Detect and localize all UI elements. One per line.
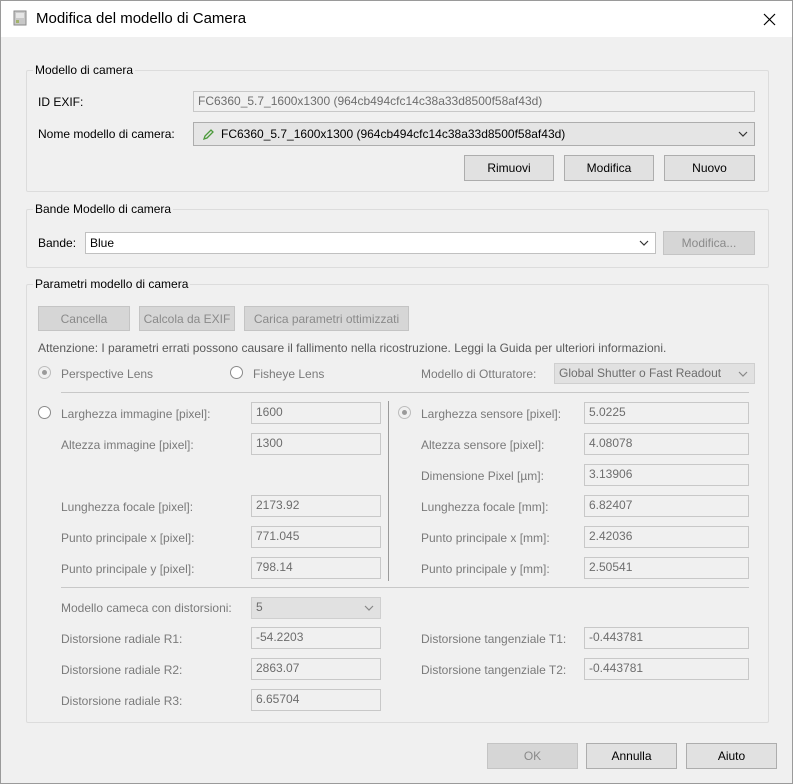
sensor-height-field[interactable]: 4.08078 bbox=[584, 433, 749, 455]
t2-field[interactable]: -0.443781 bbox=[584, 658, 749, 680]
image-height-field[interactable]: 1300 bbox=[251, 433, 381, 455]
shutter-value: Global Shutter o Fast Readout bbox=[559, 366, 722, 380]
app-icon bbox=[13, 10, 27, 26]
params-group-title: Parametri modello di camera bbox=[33, 277, 191, 291]
sensor-height-label: Altezza sensore [pixel]: bbox=[421, 438, 545, 452]
distortion-model-label: Modello cameca con distorsioni: bbox=[61, 601, 232, 615]
separator-top bbox=[61, 392, 749, 393]
camera-model-group-title: Modello di camera bbox=[33, 63, 136, 77]
close-button[interactable] bbox=[746, 1, 792, 37]
shutter-select[interactable]: Global Shutter o Fast Readout bbox=[554, 363, 755, 384]
focal-pixel-label: Lunghezza focale [pixel]: bbox=[61, 500, 194, 514]
sensor-width-field[interactable]: 5.0225 bbox=[584, 402, 749, 424]
ppx-pixel-label: Punto principale x [pixel]: bbox=[61, 531, 195, 545]
t1-field[interactable]: -0.443781 bbox=[584, 627, 749, 649]
ok-button[interactable]: OK bbox=[487, 743, 578, 769]
load-optimized-button[interactable]: Carica parametri ottimizzati bbox=[244, 306, 409, 331]
chevron-down-icon bbox=[364, 605, 374, 611]
ppx-mm-field[interactable]: 2.42036 bbox=[584, 526, 749, 548]
focal-mm-field[interactable]: 6.82407 bbox=[584, 495, 749, 517]
pixel-size-field[interactable]: 3.13906 bbox=[584, 464, 749, 486]
image-size-radio[interactable] bbox=[38, 406, 51, 419]
r2-field[interactable]: 2863.07 bbox=[251, 658, 381, 680]
camera-name-label: Nome modello di camera: bbox=[38, 127, 175, 141]
ppy-mm-label: Punto principale y [mm]: bbox=[421, 562, 550, 576]
help-button[interactable]: Aiuto bbox=[686, 743, 777, 769]
perspective-radio[interactable] bbox=[38, 366, 51, 379]
r1-field[interactable]: -54.2203 bbox=[251, 627, 381, 649]
ppy-pixel-label: Punto principale y [pixel]: bbox=[61, 562, 195, 576]
sensor-size-radio[interactable] bbox=[398, 406, 411, 419]
image-height-label: Altezza immagine [pixel]: bbox=[61, 438, 194, 452]
focal-pixel-field[interactable]: 2173.92 bbox=[251, 495, 381, 517]
warning-text: Attenzione: I parametri errati possono c… bbox=[38, 341, 667, 355]
bands-edit-button[interactable]: Modifica... bbox=[663, 231, 755, 255]
focal-mm-label: Lunghezza focale [mm]: bbox=[421, 500, 549, 514]
compute-exif-button[interactable]: Calcola da EXIF bbox=[139, 306, 235, 331]
perspective-label: Perspective Lens bbox=[61, 367, 154, 381]
distortion-model-value: 5 bbox=[256, 600, 263, 614]
cancel-params-button[interactable]: Cancella bbox=[38, 306, 130, 331]
fisheye-radio[interactable] bbox=[230, 366, 243, 379]
fisheye-label: Fisheye Lens bbox=[253, 367, 325, 381]
chevron-down-icon bbox=[738, 131, 748, 137]
window-title: Modifica del modello di Camera bbox=[36, 10, 247, 27]
image-width-label: Larghezza immagine [pixel]: bbox=[61, 407, 211, 421]
ppx-mm-label: Punto principale x [mm]: bbox=[421, 531, 550, 545]
bands-select[interactable]: Blue bbox=[85, 232, 656, 254]
pencil-icon bbox=[202, 129, 214, 141]
new-button[interactable]: Nuovo bbox=[664, 155, 755, 181]
ppx-pixel-field[interactable]: 771.045 bbox=[251, 526, 381, 548]
exif-label: ID EXIF: bbox=[38, 95, 84, 109]
separator-vertical bbox=[388, 401, 389, 581]
dialog-window: Modifica del modello di Camera Modello d… bbox=[0, 0, 793, 784]
exif-id-field[interactable]: FC6360_5.7_1600x1300 (964cb494cfc14c38a3… bbox=[193, 91, 755, 112]
edit-button[interactable]: Modifica bbox=[564, 155, 654, 181]
camera-name-value: FC6360_5.7_1600x1300 (964cb494cfc14c38a3… bbox=[221, 127, 566, 141]
bands-value: Blue bbox=[90, 236, 115, 250]
shutter-label: Modello di Otturatore: bbox=[421, 367, 537, 381]
cancel-button[interactable]: Annulla bbox=[586, 743, 677, 769]
t2-label: Distorsione tangenziale T2: bbox=[421, 663, 567, 677]
distortion-model-select[interactable]: 5 bbox=[251, 597, 381, 619]
separator-bottom bbox=[61, 587, 749, 588]
chevron-down-icon bbox=[738, 371, 748, 377]
ppy-pixel-field[interactable]: 798.14 bbox=[251, 557, 381, 579]
close-icon bbox=[763, 13, 775, 25]
r3-field[interactable]: 6.65704 bbox=[251, 689, 381, 711]
r1-label: Distorsione radiale R1: bbox=[61, 632, 183, 646]
camera-name-select[interactable]: FC6360_5.7_1600x1300 (964cb494cfc14c38a3… bbox=[193, 122, 755, 146]
pixel-size-label: Dimensione Pixel [µm]: bbox=[421, 469, 544, 483]
title-bar: Modifica del modello di Camera bbox=[1, 1, 792, 37]
sensor-width-label: Larghezza sensore [pixel]: bbox=[421, 407, 562, 421]
image-width-field[interactable]: 1600 bbox=[251, 402, 381, 424]
remove-button[interactable]: Rimuovi bbox=[464, 155, 554, 181]
chevron-down-icon bbox=[639, 240, 649, 246]
ppy-mm-field[interactable]: 2.50541 bbox=[584, 557, 749, 579]
r3-label: Distorsione radiale R3: bbox=[61, 694, 183, 708]
t1-label: Distorsione tangenziale T1: bbox=[421, 632, 567, 646]
bands-label: Bande: bbox=[38, 236, 77, 250]
bands-group-title: Bande Modello di camera bbox=[33, 202, 174, 216]
r2-label: Distorsione radiale R2: bbox=[61, 663, 183, 677]
